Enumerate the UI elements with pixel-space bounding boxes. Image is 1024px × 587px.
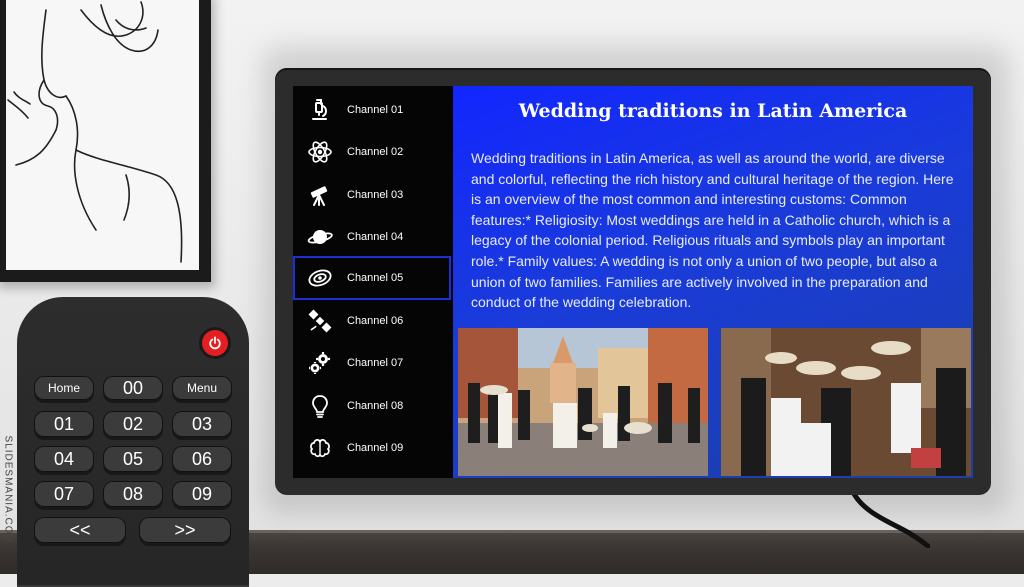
channel-03-button[interactable]: 03 <box>172 411 232 437</box>
channel-05-button[interactable]: 05 <box>103 446 163 472</box>
line-art-woman-illustration <box>7 1 183 263</box>
wedding-photo-street-dance <box>458 328 708 476</box>
channel-item-08[interactable]: Channel 08 <box>293 384 451 428</box>
next-button[interactable]: >> <box>139 517 231 543</box>
channel-label: Channel 08 <box>347 400 404 412</box>
lightbulb-icon <box>295 393 345 419</box>
planet-icon <box>295 224 345 250</box>
gears-icon <box>295 350 345 376</box>
brain-icon <box>295 435 345 461</box>
channel-07-button[interactable]: 07 <box>34 481 94 507</box>
slide-title: Wedding traditions in Latin America <box>518 100 908 122</box>
channel-label: Channel 02 <box>347 146 404 158</box>
channel-item-06[interactable]: Channel 06 <box>293 299 451 343</box>
channel-item-02[interactable]: Channel 02 <box>293 130 451 174</box>
channel-label: Channel 09 <box>347 442 404 454</box>
content-panel: Wedding traditions in Latin America Wedd… <box>453 86 973 478</box>
channel-item-04[interactable]: Channel 04 <box>293 215 451 259</box>
line-art-print <box>6 0 199 270</box>
channel-item-01[interactable]: Channel 01 <box>293 88 451 132</box>
previous-button[interactable]: << <box>34 517 126 543</box>
channel-label: Channel 01 <box>347 104 404 116</box>
channel-item-03[interactable]: Channel 03 <box>293 173 451 217</box>
channel-menu: Channel 01 Channel 02 Channel 03 Channel 04… <box>293 86 453 478</box>
channel-01-button[interactable]: 01 <box>34 411 94 437</box>
menu-button[interactable]: Menu <box>172 376 232 400</box>
home-button[interactable]: Home <box>34 376 94 400</box>
brand-watermark: SLIDESMANIA.COM <box>1 435 15 544</box>
channel-label: Channel 03 <box>347 189 404 201</box>
power-icon <box>209 336 221 350</box>
galaxy-icon <box>295 265 345 291</box>
tv-screen: Channel 01 Channel 02 Channel 03 Channel 04… <box>293 86 973 478</box>
channel-label: Channel 05 <box>347 272 404 284</box>
remote-control: Home 00 Menu 01 02 03 04 05 06 07 08 09 … <box>17 297 249 587</box>
channel-08-button[interactable]: 08 <box>103 481 163 507</box>
satellite-icon <box>295 308 345 334</box>
atom-icon <box>295 139 345 165</box>
channel-02-button[interactable]: 02 <box>103 411 163 437</box>
channel-label: Channel 06 <box>347 315 404 327</box>
microscope-icon <box>295 97 345 123</box>
channel-item-05[interactable]: Channel 05 <box>293 256 451 300</box>
brand-text: SLIDESMANIA.COM <box>2 435 14 544</box>
television: Channel 01 Channel 02 Channel 03 Channel 04… <box>275 68 991 495</box>
channel-label: Channel 04 <box>347 231 404 243</box>
channel-item-07[interactable]: Channel 07 <box>293 341 451 385</box>
channel-00-button[interactable]: 00 <box>103 376 163 400</box>
tv-power-cable <box>850 488 930 548</box>
wedding-photo-kiss-mariachi <box>721 328 971 476</box>
telescope-icon <box>295 182 345 208</box>
channel-item-09[interactable]: Channel 09 <box>293 426 451 470</box>
power-button[interactable] <box>202 330 228 356</box>
channel-06-button[interactable]: 06 <box>172 446 232 472</box>
channel-04-button[interactable]: 04 <box>34 446 94 472</box>
slide-body-text: Wedding traditions in Latin America, as … <box>471 150 954 311</box>
channel-09-button[interactable]: 09 <box>172 481 232 507</box>
channel-label: Channel 07 <box>347 357 404 369</box>
picture-frame <box>0 0 211 282</box>
